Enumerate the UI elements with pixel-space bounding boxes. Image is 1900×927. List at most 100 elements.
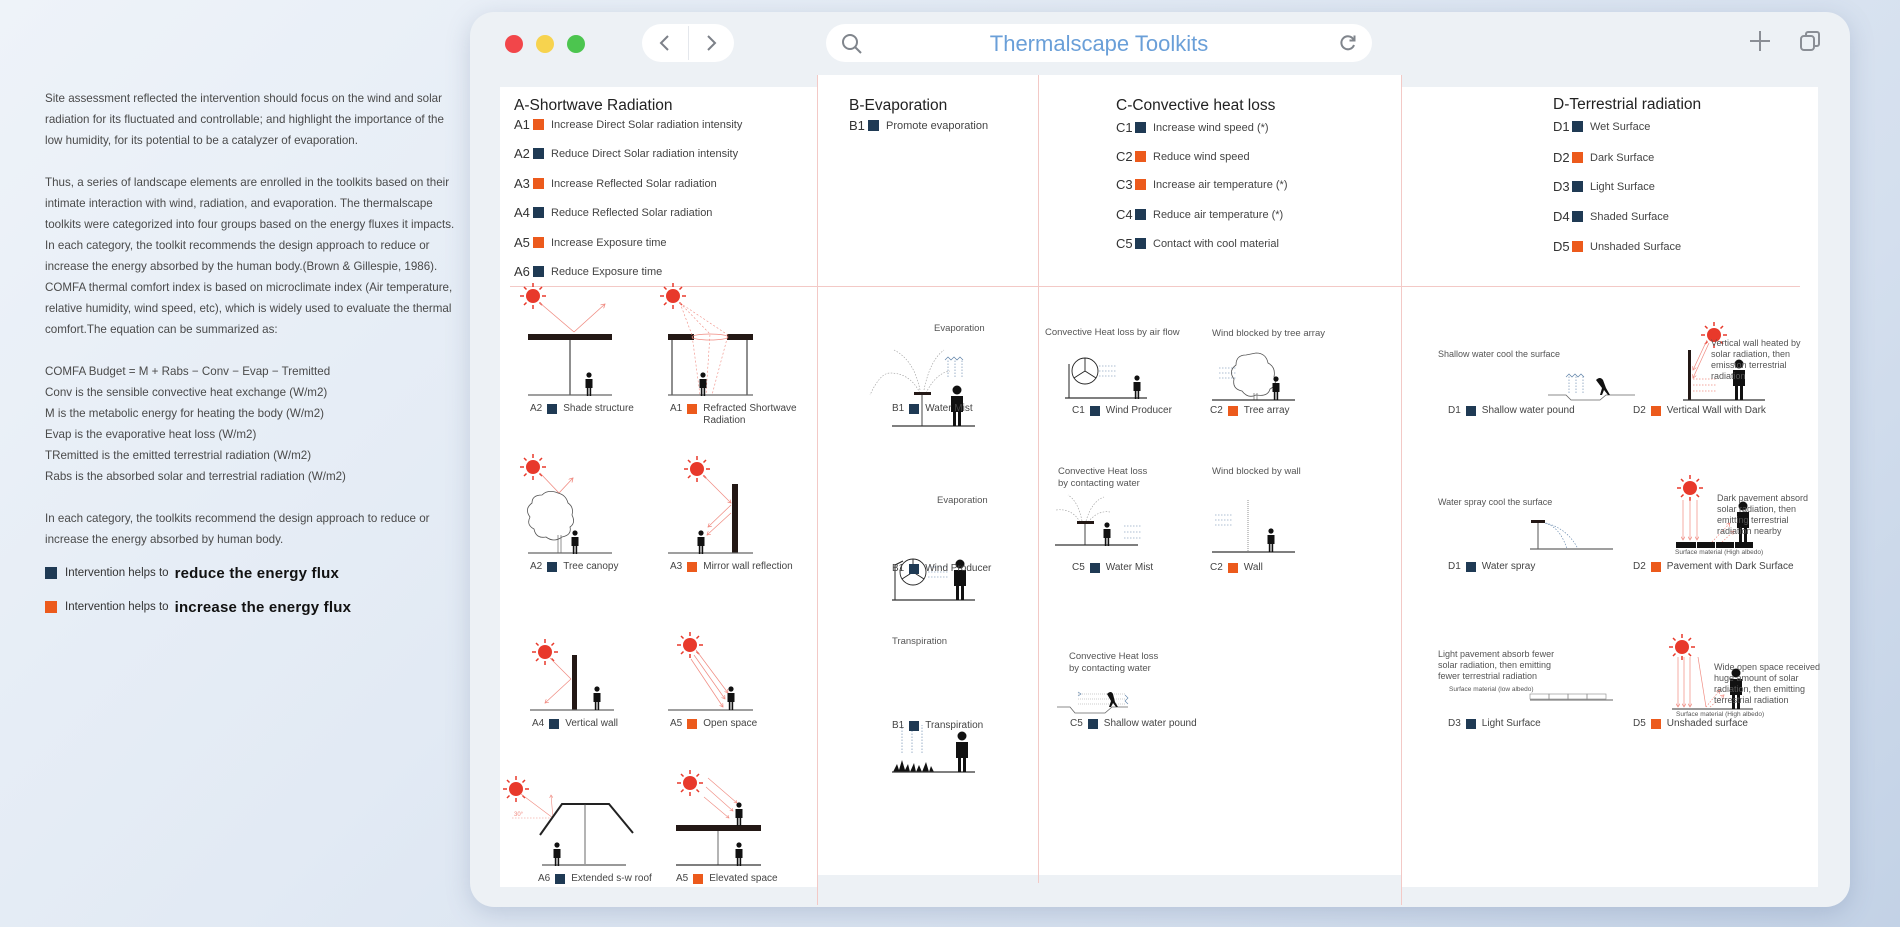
note: Wide open space received huge amount of … [1714,662,1821,705]
intro-paragraph-3: In each category, the toolkits recommend… [45,512,430,546]
intro-paragraph-2: Thus, a series of landscape elements are… [45,176,455,336]
figure-caption: C5 Water Mist [1072,562,1153,573]
figure-shallow-water-d [1548,373,1635,401]
reduce-swatch [549,719,560,729]
figure-caption: A5 Open space [670,718,757,729]
caption-code: B1 [892,720,905,731]
note: Wind blocked by tree array [1212,328,1325,339]
caption-code: A5 [670,718,683,729]
reduce-swatch [555,874,566,884]
intro-paragraph-1: Site assessment reflected the interventi… [45,92,444,147]
equation-line: Rabs is the absorbed solar and terrestri… [45,470,346,483]
figure-caption: B1 Water Mist [892,403,973,414]
maximize-button[interactable] [567,35,585,53]
caption-code: D5 [1633,718,1646,729]
figure-shade-structure [519,282,612,396]
note: Evaporation [934,323,985,334]
caption-label: Unshaded surface [1666,718,1748,729]
window-actions [1748,29,1822,53]
reduce-swatch [1089,406,1100,416]
back-button[interactable] [642,24,688,62]
figure-caption: A2 Shade structure [530,403,634,414]
figure-caption: D3 Light Surface [1448,718,1541,729]
reload-icon[interactable] [1338,33,1358,53]
svg-text:30°: 30° [514,812,524,818]
caption-code: A2 [530,403,543,414]
plus-icon[interactable] [1748,29,1772,53]
note: Evaporation [937,495,988,506]
caption-label: Wind Producer [1105,405,1172,416]
figure-caption: A4 Vertical wall [532,718,618,729]
caption-code: B1 [892,403,905,414]
increase-swatch [1227,563,1238,573]
legend-emphasis: increase the energy flux [174,598,352,616]
caption-code: D1 [1448,561,1461,572]
forward-button[interactable] [689,24,735,62]
note-line: Convective Heat loss [1069,651,1159,662]
caption-label: Water Mist [925,403,973,414]
caption-label: Extended s-w roof [571,873,652,884]
toolkit-board: A-Shortwave Radiation B-Evaporation C-Co… [500,75,1820,905]
legend-reduce: Intervention helps to reduce the energy … [45,558,455,588]
caption-label: Transpiration [925,720,984,731]
figure-caption: C1 Wind Producer [1072,405,1172,416]
caption-code: A5 [676,873,689,884]
caption-code: C5 [1070,718,1083,729]
reduce-swatch [1089,563,1100,573]
increase-swatch [1650,406,1661,416]
reduce-swatch [1087,719,1098,729]
note: Light pavement absorb fewer solar radiat… [1438,649,1555,681]
figure-caption: B1 Transpiration [892,720,983,731]
legend-prefix: Intervention helps to [65,566,169,579]
note-line: by contacting water [1058,478,1140,489]
caption-code: B1 [892,563,905,574]
surface-label: Surface material (low albedo) [1449,686,1534,693]
figure-tree-array [1212,352,1295,401]
caption-label: Light Surface [1481,718,1541,729]
reduce-swatch [45,567,57,579]
caption-label: Shade structure [563,403,634,414]
window-controls [505,35,585,53]
caption-label: Tree canopy [563,561,619,572]
increase-swatch [1227,406,1238,416]
caption-code: D3 [1448,718,1461,729]
caption-code: D2 [1633,561,1646,572]
figure-water-mist [869,349,975,427]
reduce-swatch [909,564,920,574]
note-line: by contacting water [1069,663,1151,674]
figure-caption: D1 Water spray [1448,561,1535,572]
figure-caption: C2 Tree array [1210,405,1290,416]
caption-code: A1 [670,403,683,414]
figure-caption: C2 Wall [1210,562,1263,573]
note: Convective Heat loss by contacting water [1058,466,1147,490]
legend-increase: Intervention helps to increase the energ… [45,592,455,622]
figure-caption: A2 Tree canopy [530,561,618,572]
address-bar[interactable]: Thermalscape Toolkits [826,24,1372,62]
caption-code: A4 [532,718,545,729]
reduce-swatch [547,404,558,414]
caption-label: Vertical wall [565,718,619,729]
figure-tree-canopy [519,453,612,554]
caption-code: D2 [1633,405,1646,416]
figure-light-surface [1529,693,1613,701]
caption-label: Wind Producer [925,563,992,574]
increase-swatch [687,562,698,572]
caption-code: C2 [1210,562,1223,573]
caption-label: Shallow water pound [1481,405,1575,416]
note: Convective Heat loss by contacting water [1069,651,1158,675]
figure-caption: A1 Refracted Shortwave Radiation [670,403,797,427]
minimize-button[interactable] [536,35,554,53]
note: Wind blocked by wall [1212,466,1301,477]
intro-text: Site assessment reflected the interventi… [45,88,455,622]
caption-code: A2 [530,561,543,572]
tabs-icon[interactable] [1798,29,1822,53]
legend-prefix: Intervention helps to [65,600,169,613]
reduce-swatch [1465,719,1476,729]
close-button[interactable] [505,35,523,53]
figure-transpiration [892,725,975,773]
figure-vertical-wall [530,638,614,711]
figure-caption: D1 Shallow water pound [1448,405,1575,416]
note: Shallow water cool the surface [1438,349,1561,359]
figure-water-mist-c [1055,494,1142,546]
navigation-buttons [642,24,734,62]
